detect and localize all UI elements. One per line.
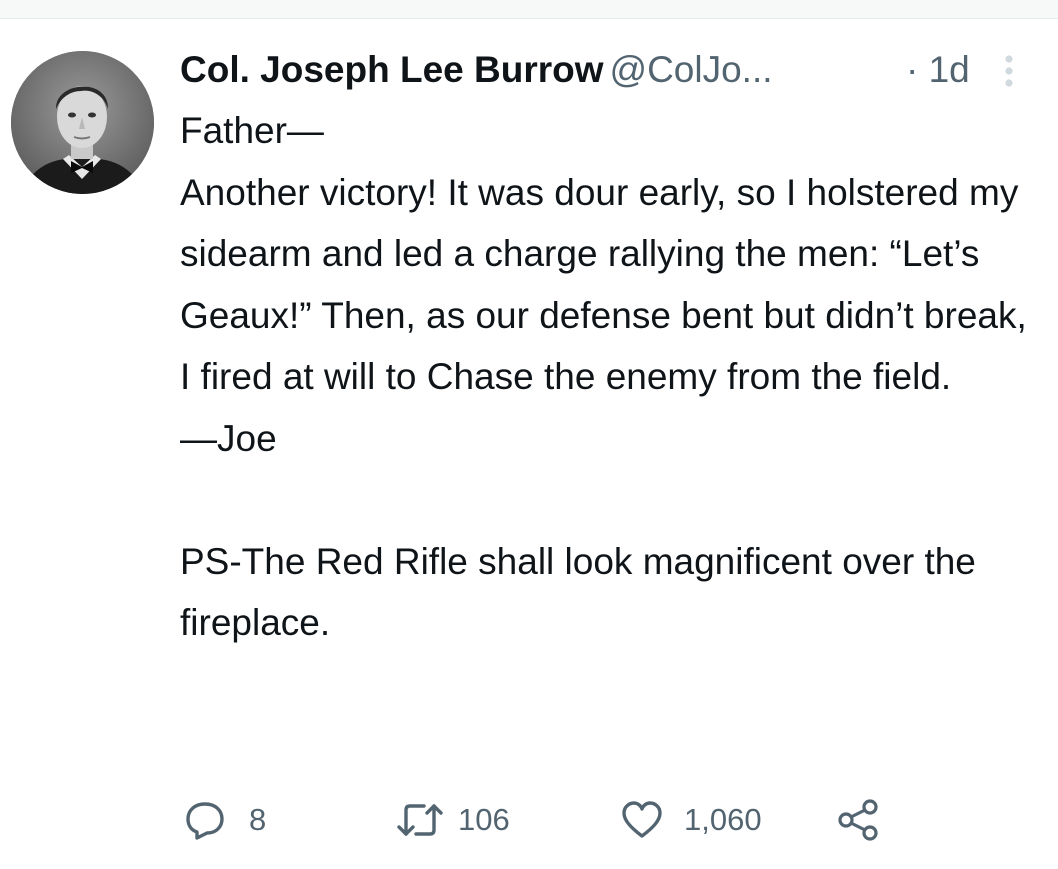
like-count: 1,060 — [684, 802, 762, 837]
top-divider-strip — [0, 0, 1058, 19]
like-button[interactable]: 1,060 — [620, 792, 762, 848]
timestamp[interactable]: · 1d — [906, 44, 970, 96]
more-vertical-icon[interactable] — [1002, 54, 1016, 88]
reply-count: 8 — [249, 802, 267, 837]
heart-icon — [622, 801, 662, 838]
tweet-postscript: PS-The Red Rifle shall look magnificent … — [180, 540, 976, 644]
avatar[interactable] — [11, 51, 154, 194]
profile-photo-icon — [11, 51, 154, 194]
tweet-main-text: Another victory! It was dour early, so I… — [180, 171, 1027, 398]
reply-icon — [186, 802, 224, 840]
retweet-icon — [397, 804, 443, 836]
tweet-actions: 8 106 1,060 — [0, 792, 1058, 848]
tweet-text: Father— Another victory! It was dour ear… — [180, 100, 1030, 654]
display-name[interactable]: Col. Joseph Lee Burrow — [180, 49, 604, 90]
share-icon — [838, 799, 878, 841]
retweet-count: 106 — [458, 802, 510, 837]
retweet-button[interactable]: 106 — [396, 792, 510, 848]
tweet-signoff: —Joe — [180, 417, 277, 459]
user-handle[interactable]: @ColJo... — [610, 49, 773, 90]
reply-button[interactable]: 8 — [183, 792, 266, 848]
share-button[interactable] — [836, 792, 882, 848]
tweet-header: Col. Joseph Lee Burrow @ColJo... · 1d — [180, 44, 1020, 96]
tweet-salutation: Father— — [180, 110, 324, 151]
